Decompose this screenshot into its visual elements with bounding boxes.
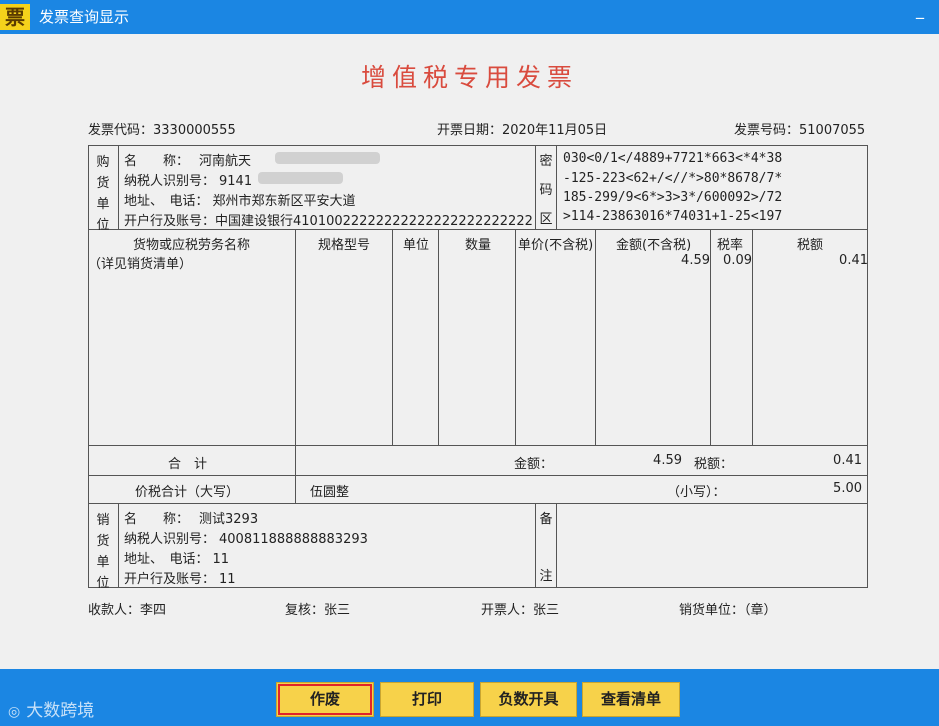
invoice-number: 发票号码：51007055 [734,123,866,138]
watermark: ◎ 大数跨境 [8,701,95,721]
minimize-button[interactable]: _ [911,0,929,19]
buyer-address-row: 地址、 电话： 郑州市郑东新区平安大道 [124,194,356,209]
item-tax-rate: 0.09 [723,253,752,268]
column-header: 货物或应税劳务名称 [133,238,251,253]
column-header: 规格型号 [318,238,371,253]
column-header: 单位 [403,238,430,253]
negative-invoice-button[interactable]: 负数开具 [480,682,577,717]
buyer-side-label: 购货单位 [96,155,110,233]
grand-total-label: 价税合计（大写） [135,485,240,500]
cipher-line: 030<0/1</4889+7721*663<*4*38 [563,151,783,166]
view-list-button[interactable]: 查看清单 [582,682,680,717]
total-tax: 0.41 [833,453,862,468]
total-tax-label: 税额： [694,457,734,472]
title-bar: 票 发票查询显示 _ [0,0,939,34]
column-header: 数量 [465,238,492,253]
total-amount: 4.59 [653,453,682,468]
seller-name-row: 名 称： 测试3293 [124,512,259,527]
buyer-bank-row: 开户行及账号：中国建设银行410100222222222222222222222… [124,214,532,229]
column-header: 税率 [717,238,744,253]
void-button[interactable]: 作废 [276,682,374,717]
cipher-line: 185-299/9<6*>3>3*/600092>/72 [563,190,783,205]
app-logo-icon: 票 [0,4,30,30]
payee: 收款人：李四 [88,603,167,618]
remark-side-label: 备注 [539,512,553,584]
reviewer: 复核：张三 [285,603,351,618]
column-header: 税额 [797,238,824,253]
total-label: 合 计 [168,457,208,472]
cipher-line: -125-223<62+/<//*>80*8678/7* [563,171,783,186]
seller-unit-stamp: 销货单位：（章） [679,603,777,618]
buyer-name-row: 名 称： 河南航天 [124,154,252,169]
column-header: 单价(不含税) [518,238,594,253]
total-amount-label: 金额： [514,457,554,472]
column-header: 金额(不含税) [616,238,692,253]
window-title: 发票查询显示 [39,8,130,26]
grand-total-small-label: （小写）： [667,485,726,500]
redaction-blur [275,152,380,164]
print-button[interactable]: 打印 [380,682,474,717]
invoice-date: 开票日期：2020年11月05日 [437,123,608,138]
grand-total-words: 伍圆整 [310,485,350,500]
watermark-logo-icon: ◎ [8,704,21,720]
seller-side-label: 销货单位 [96,513,110,591]
redaction-blur [258,172,343,184]
issuer: 开票人：张三 [481,603,560,618]
seller-tax-row: 纳税人识别号： 400811888888883293 [124,532,368,547]
invoice-title: 增值税专用发票 [360,63,578,92]
buyer-tax-row: 纳税人识别号： 9141 [124,174,253,189]
item-name: （详见销货清单） [88,257,193,272]
seller-address-row: 地址、 电话： 11 [124,552,230,567]
seller-bank-row: 开户行及账号： 11 [124,572,236,587]
item-amount: 4.59 [681,253,710,268]
item-tax: 0.41 [839,253,868,268]
grand-total-value: 5.00 [833,481,862,496]
cipher-line: >114-23863016*74031+1-25<197 [563,209,783,224]
cipher-side-label: 密码区 [539,154,553,227]
invoice-code: 发票代码：3330000555 [88,123,236,138]
